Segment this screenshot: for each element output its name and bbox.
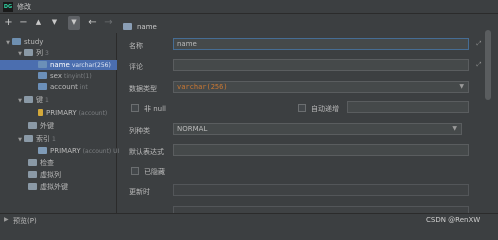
tree-node-keys[interactable]: ▼ 键 1 — [16, 95, 49, 105]
forward-arrow-icon[interactable]: → — [102, 16, 115, 30]
remove-icon[interactable]: − — [17, 16, 30, 30]
default-label: 默认表达式 — [129, 148, 164, 156]
folder-icon — [28, 183, 37, 190]
index-icon — [38, 147, 47, 154]
column-icon — [123, 23, 132, 30]
bottom-bar: ▶ 预览(P) CSDN @RenXW — [0, 213, 498, 227]
column-kind-select[interactable]: NORMAL ▼ — [173, 123, 462, 135]
not-null-label: 非 null — [144, 105, 166, 113]
chevron-down-icon[interactable]: ▼ — [16, 135, 24, 145]
chevron-down-icon[interactable]: ▼ — [16, 96, 24, 106]
chevron-down-icon[interactable]: ▼ — [4, 38, 12, 48]
form-header: name — [137, 23, 157, 31]
tree-toolbar: + − ▲ ▼ ▼ ← → — [0, 16, 117, 32]
back-arrow-icon[interactable]: ← — [86, 16, 99, 30]
auto-increment-field[interactable] — [347, 101, 469, 113]
datatype-combobox[interactable]: varchar(256) ▼ — [173, 81, 469, 93]
structure-tree: ▼ study ▼ 列 3 name varchar(256) sex tinyint(1… — [0, 33, 119, 213]
folder-icon — [24, 96, 33, 103]
datatype-label: 数据类型 — [129, 85, 157, 93]
datagrip-app-icon: DG — [3, 2, 13, 12]
column-icon — [38, 61, 47, 68]
expand-icon[interactable]: ⤢ — [474, 38, 484, 50]
column-icon — [38, 83, 47, 90]
watermark: CSDN @RenXW — [426, 216, 481, 224]
tree-node-column-sex[interactable]: sex tinyint(1) — [38, 71, 92, 81]
column-icon — [38, 72, 47, 79]
comment-label: 评论 — [129, 63, 143, 71]
name-field[interactable]: name — [173, 38, 469, 50]
chevron-down-icon[interactable]: ▼ — [459, 82, 464, 92]
window-title: 修改 — [17, 3, 31, 11]
key-icon — [38, 109, 43, 116]
tree-node-foreign-keys[interactable]: 外键 — [28, 121, 54, 131]
folder-icon — [28, 171, 37, 178]
filter-icon[interactable]: ▼ — [68, 16, 80, 30]
hidden-checkbox[interactable] — [131, 167, 139, 175]
tree-node-column-name[interactable]: name varchar(256) — [0, 60, 117, 70]
tree-node-columns[interactable]: ▼ 列 3 — [16, 48, 49, 58]
expand-icon[interactable]: ⤢ — [474, 59, 484, 71]
not-null-checkbox[interactable] — [131, 104, 139, 112]
folder-icon — [28, 159, 37, 166]
tree-node-virtual-foreign-keys[interactable]: 虚拟外键 — [28, 182, 68, 192]
tree-node-column-account[interactable]: account int — [38, 82, 88, 92]
next-field-partial — [173, 206, 469, 213]
folder-icon — [28, 122, 37, 129]
tree-node-index-primary[interactable]: PRIMARY (account) UI — [38, 146, 119, 156]
column-properties-form: name 名称 name ⤢ 评论 ⤢ 数据类型 varchar(256) ▼ … — [118, 15, 498, 213]
tree-node-indexes[interactable]: ▼ 索引 1 — [16, 134, 56, 144]
title-bar: DG 修改 — [0, 0, 498, 14]
tree-node-virtual-columns[interactable]: 虚拟列 — [28, 170, 61, 180]
scrollbar-thumb[interactable] — [485, 30, 491, 100]
chevron-down-icon[interactable]: ▼ — [452, 124, 457, 134]
add-icon[interactable]: + — [2, 16, 15, 30]
datatype-value: varchar(256) — [177, 83, 228, 91]
folder-icon — [24, 49, 33, 56]
default-expression-field[interactable] — [173, 144, 469, 156]
tree-node-schema[interactable]: ▼ study — [4, 37, 43, 47]
move-up-icon[interactable]: ▲ — [32, 16, 45, 30]
preview-toggle[interactable]: 预览(P) — [13, 216, 37, 226]
move-down-icon[interactable]: ▼ — [48, 16, 61, 30]
comment-field[interactable] — [173, 59, 469, 71]
auto-increment-label: 自动递增 — [311, 105, 339, 113]
on-update-field[interactable] — [173, 184, 469, 196]
column-kind-label: 列种类 — [129, 127, 150, 135]
tree-node-primary-key[interactable]: PRIMARY (account) — [38, 108, 107, 118]
column-kind-value: NORMAL — [177, 125, 208, 133]
chevron-down-icon[interactable]: ▼ — [16, 49, 24, 59]
folder-icon — [24, 135, 33, 142]
name-label: 名称 — [129, 42, 143, 50]
on-update-label: 更新时 — [129, 188, 150, 196]
hidden-label: 已隐藏 — [144, 168, 165, 176]
auto-increment-checkbox[interactable] — [298, 104, 306, 112]
chevron-right-icon[interactable]: ▶ — [4, 216, 9, 223]
tree-node-checks[interactable]: 检查 — [28, 158, 54, 168]
schema-icon — [12, 38, 21, 45]
